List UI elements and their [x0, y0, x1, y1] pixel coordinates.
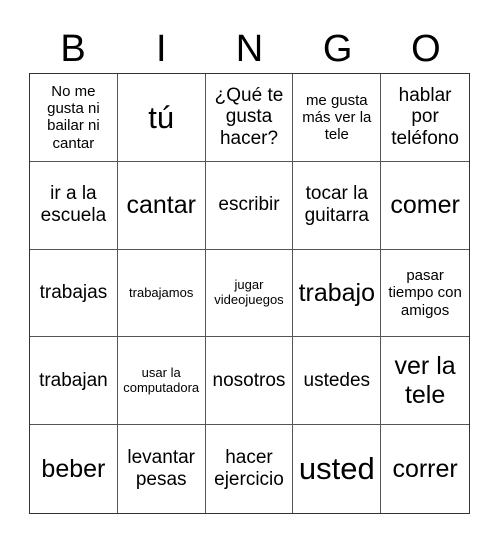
bingo-cell[interactable]: ustedes [293, 337, 382, 426]
bingo-cell[interactable]: trabajan [30, 337, 118, 426]
bingo-cell[interactable]: comer [381, 162, 469, 250]
bingo-cell[interactable]: cantar [117, 161, 206, 250]
bingo-card: No me gusta ni bailar ni cantar tú ¿Qué … [29, 73, 470, 514]
bingo-cell[interactable]: beber [30, 425, 118, 513]
bingo-cell[interactable]: usar la computadora [117, 337, 206, 426]
bingo-cell[interactable]: escribir [205, 161, 294, 250]
header-letter-g: G [322, 28, 353, 70]
header-letter-i: I [156, 28, 167, 70]
header-letter-n: N [235, 28, 264, 70]
bingo-cell[interactable]: pasar tiempo con amigos [381, 250, 469, 338]
bingo-cell[interactable]: me gusta más ver la tele [293, 74, 382, 162]
bingo-cell[interactable]: trabajas [30, 249, 118, 338]
bingo-cell[interactable]: correr [381, 425, 469, 513]
bingo-cell[interactable]: levantar pesas [118, 425, 206, 513]
header-letter-o: O [411, 28, 441, 70]
bingo-cell[interactable]: usted [293, 425, 382, 513]
bingo-cell[interactable]: nosotros [205, 337, 294, 426]
bingo-cell[interactable]: ir a la escuela [30, 161, 118, 250]
bingo-cell[interactable]: trabajo [293, 249, 382, 338]
bingo-cell[interactable]: tú [117, 74, 206, 162]
bingo-cell[interactable]: hablar por teléfono [381, 74, 469, 162]
bingo-cell[interactable]: ver la tele [381, 337, 469, 426]
bingo-cell[interactable]: jugar videojuegos [205, 249, 294, 338]
bingo-header: B I N G O [29, 22, 470, 72]
header-letter-b: B [60, 28, 86, 70]
bingo-cell[interactable]: trabajamos [117, 249, 206, 338]
bingo-cell[interactable]: tocar la guitarra [293, 161, 382, 250]
bingo-cell[interactable]: ¿Qué te gusta hacer? [205, 74, 294, 162]
bingo-cell[interactable]: hacer ejercicio [206, 425, 294, 513]
bingo-cell[interactable]: No me gusta ni bailar ni cantar [30, 74, 118, 162]
